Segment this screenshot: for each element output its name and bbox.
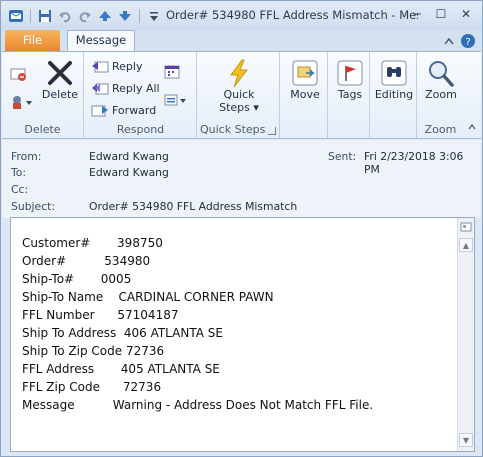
delete-label: Delete xyxy=(41,88,79,101)
subject-value: Order# 534980 FFL Address Mismatch xyxy=(89,200,298,213)
body-line: Ship To Address 406 ATLANTA SE xyxy=(22,326,223,340)
body-line: Customer# 398750 xyxy=(22,236,163,250)
lightning-icon xyxy=(230,59,249,88)
up-arrow-icon[interactable] xyxy=(96,7,114,25)
message-header: From: Edward Kwang Sent: Fri 2/23/2018 3… xyxy=(2,140,481,218)
body-line: FFL Number 57104187 xyxy=(22,308,179,322)
body-line: Ship-To Name CARDINAL CORNER PAWN xyxy=(22,290,274,304)
more-respond-button[interactable] xyxy=(163,92,187,108)
message-text: Customer# 398750 Order# 534980 Ship-To# 00… xyxy=(22,234,373,414)
forward-label: Forward xyxy=(112,103,157,117)
scroll-down-button[interactable]: ▼ xyxy=(459,433,473,447)
tab-message[interactable]: Message xyxy=(67,30,135,52)
ribbon-tabs: File Message ? xyxy=(1,30,482,52)
zoom-group-label: Zoom xyxy=(424,123,457,136)
tags-group: Tags xyxy=(329,52,370,138)
ignore-button[interactable] xyxy=(10,66,28,82)
reply-all-button[interactable]: Reply All xyxy=(91,80,160,96)
maximize-button[interactable]: ☐ xyxy=(431,5,451,23)
more-respond-icon xyxy=(164,94,186,106)
body-line: FFL Zip Code 72736 xyxy=(22,380,162,394)
junk-icon xyxy=(13,96,32,109)
subject-label: Subject: xyxy=(11,200,55,213)
editing-group: Editing xyxy=(371,52,417,138)
window-title: Order# 534980 FFL Address Mismatch - Mes… xyxy=(166,8,418,22)
calendar-icon xyxy=(164,65,180,79)
scroll-up-button[interactable]: ▲ xyxy=(459,238,473,252)
delete-group: Delete Delete xyxy=(2,52,84,138)
reply-all-icon xyxy=(92,83,109,95)
move-label: Move xyxy=(290,88,320,101)
junk-button[interactable] xyxy=(10,94,34,110)
binoculars-icon xyxy=(381,60,407,86)
delete-group-label: Delete xyxy=(24,123,61,136)
vertical-scrollbar[interactable]: ▲ ▼ xyxy=(457,218,474,451)
contact-card-icon[interactable] xyxy=(459,220,473,234)
quick-access-toolbar xyxy=(7,7,163,25)
minimize-button[interactable]: ─ xyxy=(407,5,427,23)
body-line: FFL Address 405 ATLANTA SE xyxy=(22,362,220,376)
to-label: To: xyxy=(11,166,27,179)
quick-steps-label: Quick Steps ▾ xyxy=(219,88,259,114)
svg-text:?: ? xyxy=(465,37,470,48)
body-line: Ship To Zip Code 72736 xyxy=(22,344,165,358)
body-line: Ship-To# 0005 xyxy=(22,272,132,286)
editing-button[interactable]: Editing xyxy=(375,58,413,101)
help-icon[interactable]: ? xyxy=(460,33,476,49)
collapse-ribbon-icon[interactable] xyxy=(441,33,457,49)
tags-label: Tags xyxy=(337,88,363,101)
delete-x-icon xyxy=(48,61,72,85)
save-icon[interactable] xyxy=(36,7,54,25)
zoom-group: Zoom Zoom xyxy=(418,52,463,138)
body-line: Message Warning - Address Does Not Match… xyxy=(22,398,374,412)
tab-file[interactable]: File xyxy=(5,30,60,51)
quick-steps-group: Quick Steps ▾ Quick Steps xyxy=(198,52,280,138)
reply-icon xyxy=(92,61,109,73)
reply-all-label: Reply All xyxy=(112,81,160,95)
respond-group-label: Respond xyxy=(116,123,165,136)
sent-value: Fri 2/23/2018 3:06 PM xyxy=(364,150,464,176)
tags-button[interactable]: Tags xyxy=(332,58,368,101)
editing-label: Editing xyxy=(374,88,414,101)
body-line: Order# 534980 xyxy=(22,254,151,268)
sent-label: Sent: xyxy=(328,150,357,163)
cc-label: Cc: xyxy=(11,183,29,196)
collapse-ribbon-arrow-icon[interactable] xyxy=(468,124,476,130)
quick-steps-group-label: Quick Steps xyxy=(200,123,266,136)
delete-button[interactable]: Delete xyxy=(40,58,80,101)
forward-button[interactable]: Forward xyxy=(91,102,156,118)
quick-steps-button[interactable]: Quick Steps ▾ xyxy=(212,58,266,114)
zoom-button[interactable]: Zoom xyxy=(422,58,460,101)
customize-icon[interactable] xyxy=(145,7,163,25)
move-icon xyxy=(292,60,318,86)
zoom-label: Zoom xyxy=(425,88,457,101)
message-body[interactable]: Customer# 398750 Order# 534980 Ship-To# 00… xyxy=(10,217,475,452)
reply-label: Reply xyxy=(112,59,143,73)
undo-icon[interactable] xyxy=(56,7,74,25)
message-window: Order# 534980 FFL Address Mismatch - Mes… xyxy=(0,0,483,457)
forward-icon xyxy=(91,105,108,117)
respond-group: Reply Reply All Forward Respond xyxy=(85,52,197,138)
from-label: From: xyxy=(11,150,42,163)
app-icon[interactable] xyxy=(7,7,25,25)
ignore-icon xyxy=(10,68,26,81)
to-value[interactable]: Edward Kwang xyxy=(89,166,169,179)
dialog-launcher-icon[interactable] xyxy=(268,127,276,135)
redo-icon[interactable] xyxy=(76,7,94,25)
from-value[interactable]: Edward Kwang xyxy=(89,150,169,163)
close-button[interactable]: ✕ xyxy=(456,5,476,23)
magnifier-icon xyxy=(429,61,454,87)
move-button[interactable]: Move xyxy=(286,58,324,101)
reply-button[interactable]: Reply xyxy=(91,58,142,74)
down-arrow-icon[interactable] xyxy=(116,7,134,25)
move-group: Move xyxy=(281,52,328,138)
title-bar: Order# 534980 FFL Address Mismatch - Mes… xyxy=(1,1,482,30)
ribbon: Delete Delete Reply Reply All Forward Re… xyxy=(2,51,481,139)
meeting-button[interactable] xyxy=(163,64,181,80)
flag-icon xyxy=(337,60,363,86)
